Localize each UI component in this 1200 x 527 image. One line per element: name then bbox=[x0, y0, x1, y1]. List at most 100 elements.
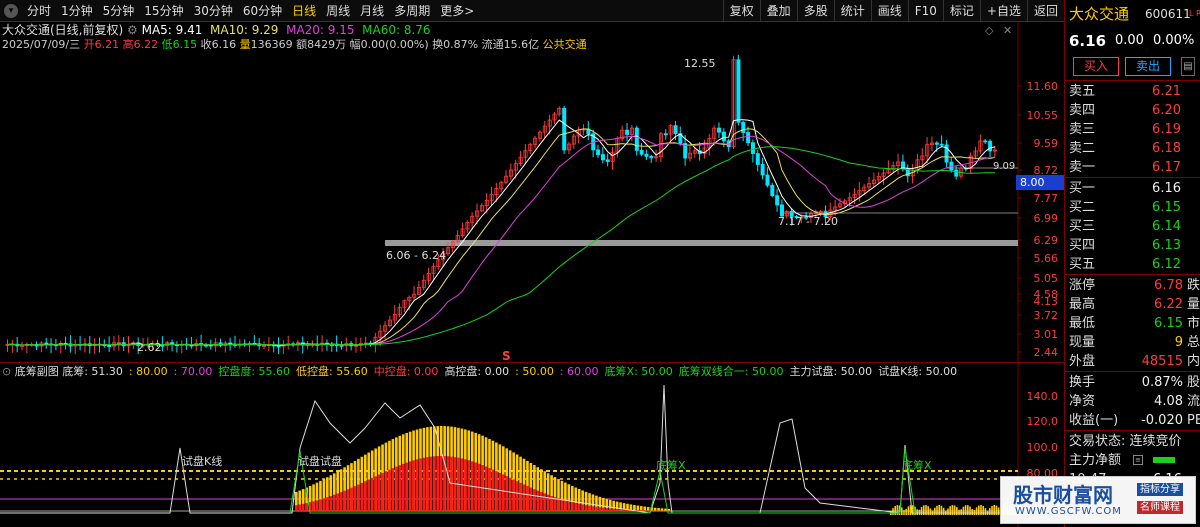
chip-bar-red bbox=[415, 459, 419, 511]
chip-bar-yellow bbox=[918, 509, 921, 515]
bid-row[interactable]: 买四 6.13 bbox=[1065, 236, 1200, 255]
chip-bar-yellow bbox=[646, 506, 650, 511]
tab-weekly[interactable]: 周线 bbox=[321, 0, 355, 22]
chip-bar-red bbox=[336, 493, 339, 511]
chip-bar-red bbox=[377, 474, 381, 511]
chip-bar-yellow bbox=[993, 505, 995, 515]
bid-row[interactable]: 买一 6.16 bbox=[1065, 179, 1200, 198]
chip-bar-red bbox=[571, 502, 574, 511]
chip-bar-red bbox=[350, 487, 353, 511]
price-tick-label: 3.01 bbox=[1034, 328, 1059, 341]
tab-daily[interactable]: 日线 bbox=[287, 0, 321, 22]
draw-line-button[interactable]: 画线 bbox=[870, 0, 908, 22]
candle-body bbox=[339, 344, 344, 347]
candle-body bbox=[770, 184, 775, 197]
bid-row[interactable]: 买五 6.12 bbox=[1065, 255, 1200, 274]
gap-label: 7.17 - 7.20 bbox=[778, 215, 838, 228]
chip-bar-yellow bbox=[953, 505, 956, 515]
ask-row[interactable]: 卖一 6.17 bbox=[1065, 158, 1200, 177]
stat-outer-volume: 外盘 48515 内 bbox=[1069, 354, 1200, 369]
overlay-button[interactable]: 叠加 bbox=[759, 0, 797, 22]
chip-bar-red bbox=[364, 481, 367, 511]
high-label: 高 bbox=[122, 38, 134, 51]
menu-icon[interactable]: ▾ bbox=[4, 3, 18, 18]
chip-bar-red bbox=[360, 482, 364, 511]
bid-row[interactable]: 买二 6.15 bbox=[1065, 198, 1200, 217]
ask-row[interactable]: 卖五 6.21 bbox=[1065, 82, 1200, 101]
trade-buttons: 买入 卖出 ▤ bbox=[1065, 54, 1200, 80]
main-flow-row[interactable]: 主力净额 ≡ bbox=[1065, 451, 1200, 470]
tab-5min[interactable]: 5分钟 bbox=[98, 0, 140, 22]
tab-more[interactable]: 更多> bbox=[435, 0, 479, 22]
indicator-chart[interactable]: 140.0120.0100.080.00 试盘K线 试盘试盘 底筹X 底筹X bbox=[0, 363, 1064, 527]
f10-button[interactable]: F10 bbox=[907, 0, 943, 22]
sell-button[interactable]: 卖出 bbox=[1125, 57, 1171, 76]
candle-body bbox=[736, 59, 741, 123]
tab-30min[interactable]: 30分钟 bbox=[189, 0, 238, 22]
chip-bar-yellow bbox=[653, 507, 657, 511]
indicator-label: 底筹X bbox=[656, 458, 686, 472]
chip-bar-yellow bbox=[925, 505, 927, 515]
chip-bar-red bbox=[405, 462, 408, 511]
chip-bar-red bbox=[619, 509, 622, 511]
tab-1min[interactable]: 1分钟 bbox=[56, 0, 98, 22]
chip-bar-yellow bbox=[657, 508, 660, 511]
main-flow-icon[interactable]: ≡ bbox=[1133, 455, 1143, 465]
ask-row[interactable]: 卖二 6.18 bbox=[1065, 139, 1200, 158]
chip-bar-red bbox=[533, 489, 536, 511]
quote-title: 大众交通 600611 L R bbox=[1065, 0, 1200, 28]
candle-body bbox=[562, 107, 567, 151]
chip-bar-red bbox=[446, 456, 450, 511]
chip-bar-red bbox=[343, 490, 346, 511]
more-icon[interactable]: ▤ bbox=[1181, 57, 1195, 76]
watermark-title: 股市财富网 bbox=[1013, 483, 1113, 507]
tab-multi-period[interactable]: 多周期 bbox=[389, 0, 435, 22]
indicator-title[interactable]: 底筹副图 bbox=[15, 365, 59, 378]
indicator-menu-icon[interactable]: ⊙ bbox=[2, 365, 11, 378]
candle-body bbox=[765, 174, 770, 186]
chip-bar-red bbox=[412, 460, 415, 511]
ask-row[interactable]: 卖四 6.20 bbox=[1065, 101, 1200, 120]
chip-bar-yellow bbox=[980, 505, 982, 515]
price-pct: 0.00% bbox=[1153, 33, 1195, 48]
ohlc-info: 2025/07/09/三 开6.21 高6.22 低6.15 收6.16 量13… bbox=[2, 38, 587, 51]
chip-bar-red bbox=[581, 504, 584, 511]
chip-bar-yellow bbox=[947, 508, 949, 515]
tab-15min[interactable]: 15分钟 bbox=[139, 0, 188, 22]
kline-chart-panel[interactable]: 11.60 10.55 9.59 8.72 7.77 6.99 6.29 5.66 5.05 4.… bbox=[0, 22, 1064, 362]
chip-bar-red bbox=[608, 508, 612, 511]
concept-tag[interactable]: 公共交通 bbox=[543, 38, 587, 51]
candle-body bbox=[644, 153, 649, 157]
chip-bar-red bbox=[529, 487, 533, 511]
chip-bar-red bbox=[498, 472, 502, 511]
restore-rights-button[interactable]: 复权 bbox=[722, 0, 760, 22]
mark-button[interactable]: 标记 bbox=[942, 0, 980, 22]
tab-60min[interactable]: 60分钟 bbox=[238, 0, 287, 22]
add-watchlist-button[interactable]: +自选 bbox=[979, 0, 1027, 22]
chip-bar-yellow bbox=[907, 506, 910, 515]
indicator-panel[interactable]: 140.0 120.0 100.0 80.00 试盘K线 试盘试盘 底筹X 底筹X ⊙ 底筹… bbox=[0, 362, 1064, 527]
chip-bar-yellow bbox=[967, 505, 969, 515]
chip-bar-red bbox=[436, 456, 440, 511]
bid-row[interactable]: 买三 6.14 bbox=[1065, 217, 1200, 236]
buy-button[interactable]: 买入 bbox=[1073, 57, 1119, 76]
chip-bar-red bbox=[567, 501, 571, 511]
stock-chart-label: 大众交通(日线,前复权) bbox=[2, 23, 124, 37]
statistics-button[interactable]: 统计 bbox=[833, 0, 871, 22]
indicator-legend-item: 主力试盘: 50.00 bbox=[789, 365, 873, 378]
candle-body bbox=[939, 143, 944, 146]
chip-bar-yellow bbox=[982, 505, 984, 515]
kline-chart[interactable]: 11.6010.559.598.727.776.996.295.665.054.… bbox=[0, 22, 1064, 362]
watermark-tag2: 名师课程 bbox=[1137, 501, 1183, 514]
tab-monthly[interactable]: 月线 bbox=[355, 0, 389, 22]
date-value: 2025/07/09/三 bbox=[2, 38, 81, 51]
settings-icon[interactable]: ⚙ bbox=[127, 23, 138, 37]
tab-fenshi[interactable]: 分时 bbox=[22, 0, 56, 22]
stat-limit-up: 涨停 6.78 跌 bbox=[1069, 278, 1200, 293]
multi-stock-button[interactable]: 多股 bbox=[796, 0, 834, 22]
candle-body bbox=[625, 129, 630, 135]
back-button[interactable]: 返回 bbox=[1026, 0, 1064, 22]
turnover-value: 0.87% bbox=[443, 38, 479, 51]
ask-row[interactable]: 卖三 6.19 bbox=[1065, 120, 1200, 139]
chip-bar-red bbox=[643, 510, 647, 511]
